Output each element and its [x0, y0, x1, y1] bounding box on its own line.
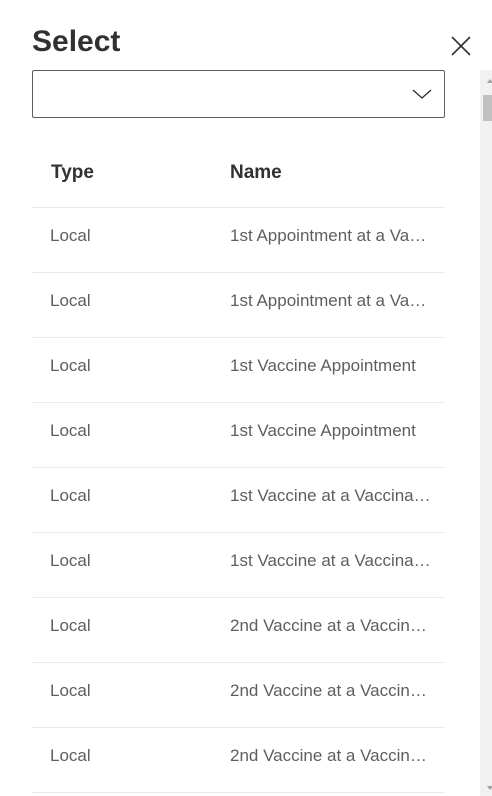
- items-table: Type Name Local 1st Appointment at a Vacc…: [32, 142, 445, 793]
- panel-title: Select: [32, 25, 121, 58]
- cell-type: Local: [50, 486, 91, 505]
- select-panel: Select Type Name Local 1st Appointment at…: [0, 0, 492, 796]
- cell-name: 1st Appointment at a Vaccination Site: [230, 291, 433, 310]
- table-row[interactable]: Local 1st Appointment at a Vaccination Si…: [32, 208, 445, 273]
- table-header: Type Name: [32, 142, 445, 208]
- cell-type: Local: [50, 356, 91, 375]
- cell-type: Local: [50, 746, 91, 765]
- column-header-type[interactable]: Type: [51, 162, 94, 184]
- scroll-up-arrow-icon[interactable]: [487, 79, 492, 83]
- close-button[interactable]: [446, 31, 476, 61]
- select-dropdown[interactable]: [32, 70, 445, 118]
- cell-name: 1st Vaccine Appointment: [230, 356, 416, 375]
- scroll-down-arrow-icon[interactable]: [487, 786, 492, 790]
- cell-name: 2nd Vaccine at a Vaccination Site: [230, 681, 433, 700]
- close-icon: [451, 36, 471, 56]
- cell-name: 2nd Vaccine at a Vaccination Site: [230, 746, 433, 765]
- cell-name: 1st Vaccine Appointment: [230, 421, 416, 440]
- cell-type: Local: [50, 681, 91, 700]
- cell-type: Local: [50, 551, 91, 570]
- cell-name: 1st Vaccine at a Vaccination Site: [230, 486, 433, 505]
- table-row[interactable]: Local 1st Vaccine Appointment: [32, 338, 445, 403]
- scrollbar-thumb[interactable]: [483, 95, 492, 121]
- cell-type: Local: [50, 291, 91, 310]
- cell-name: 1st Appointment at a Vaccination Site: [230, 226, 433, 245]
- table-row[interactable]: Local 2nd Vaccine at a Vaccination Site: [32, 728, 445, 793]
- table-row[interactable]: Local 1st Vaccine at a Vaccination Site: [32, 533, 445, 598]
- column-header-name[interactable]: Name: [230, 162, 282, 184]
- cell-type: Local: [50, 226, 91, 245]
- table-row[interactable]: Local 1st Vaccine Appointment: [32, 403, 445, 468]
- table-row[interactable]: Local 1st Vaccine at a Vaccination Site: [32, 468, 445, 533]
- table-row[interactable]: Local 2nd Vaccine at a Vaccination Site: [32, 598, 445, 663]
- cell-type: Local: [50, 421, 91, 440]
- cell-name: 2nd Vaccine at a Vaccination Site: [230, 616, 433, 635]
- scrollbar[interactable]: [480, 70, 492, 796]
- cell-name: 1st Vaccine at a Vaccination Site: [230, 551, 433, 570]
- table-row[interactable]: Local 2nd Vaccine at a Vaccination Site: [32, 663, 445, 728]
- cell-type: Local: [50, 616, 91, 635]
- table-body: Local 1st Appointment at a Vaccination Si…: [32, 208, 445, 793]
- chevron-down-icon: [412, 89, 432, 99]
- table-row[interactable]: Local 1st Appointment at a Vaccination Si…: [32, 273, 445, 338]
